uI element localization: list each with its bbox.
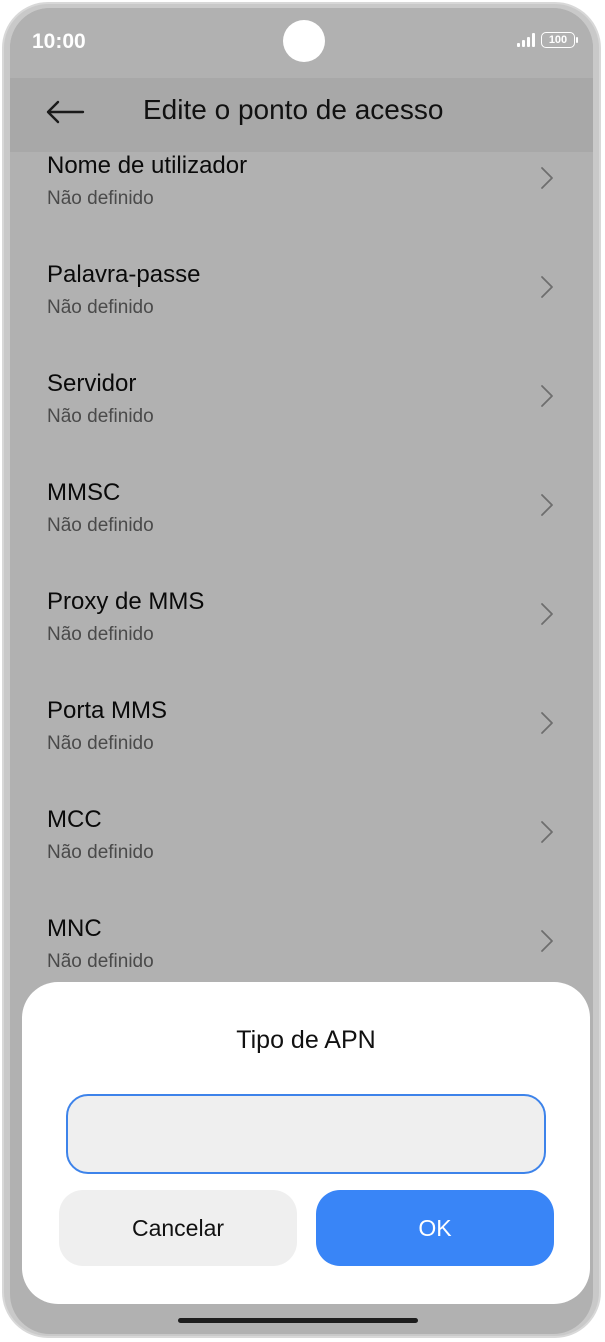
setting-item-password[interactable]: Palavra-passe Não definido (10, 261, 593, 370)
front-camera (283, 20, 325, 62)
setting-value: Não definido (47, 624, 154, 645)
screen: 10:00 100 Edite o ponto de acesso Nome d… (10, 8, 593, 1334)
setting-label: Proxy de MMS (47, 588, 205, 615)
setting-item-username[interactable]: Nome de utilizador Não definido (10, 152, 593, 261)
app-header: Edite o ponto de acesso (10, 78, 593, 152)
setting-value: Não definido (47, 951, 154, 972)
chevron-right-icon (541, 603, 553, 625)
setting-item-mms-port[interactable]: Porta MMS Não definido (10, 697, 593, 806)
setting-value: Não definido (47, 188, 154, 209)
chevron-right-icon (541, 385, 553, 407)
setting-label: Palavra-passe (47, 261, 201, 288)
setting-item-mcc[interactable]: MCC Não definido (10, 806, 593, 915)
setting-value: Não definido (47, 297, 154, 318)
back-button[interactable] (40, 90, 90, 134)
setting-label: MNC (47, 915, 102, 942)
dialog-title: Tipo de APN (236, 1026, 376, 1054)
signal-icon (517, 33, 535, 47)
battery-icon: 100 (541, 32, 578, 48)
setting-item-server[interactable]: Servidor Não definido (10, 370, 593, 479)
status-icons: 100 (517, 32, 578, 48)
setting-item-mmsc[interactable]: MMSC Não definido (10, 479, 593, 588)
chevron-right-icon (541, 821, 553, 843)
setting-label: MMSC (47, 479, 121, 506)
setting-label: Nome de utilizador (47, 152, 248, 179)
apn-type-input[interactable] (66, 1094, 546, 1174)
home-indicator[interactable] (178, 1318, 418, 1323)
setting-label: Servidor (47, 370, 137, 397)
page-title: Edite o ponto de acesso (143, 94, 444, 125)
settings-list: Nome de utilizador Não definido Palavra-… (10, 152, 593, 1024)
setting-value: Não definido (47, 406, 154, 427)
setting-label: MCC (47, 806, 102, 833)
setting-value: Não definido (47, 842, 154, 863)
setting-value: Não definido (47, 515, 154, 536)
apn-type-dialog: Tipo de APN Cancelar OK (22, 982, 590, 1304)
chevron-right-icon (541, 712, 553, 734)
status-bar: 10:00 100 (10, 8, 593, 78)
chevron-right-icon (541, 276, 553, 298)
status-time: 10:00 (32, 30, 86, 53)
chevron-right-icon (541, 494, 553, 516)
battery-level: 100 (548, 33, 568, 46)
chevron-right-icon (541, 167, 553, 189)
phone-frame: 10:00 100 Edite o ponto de acesso Nome d… (2, 2, 601, 1338)
cancel-button[interactable]: Cancelar (59, 1190, 297, 1266)
setting-value: Não definido (47, 733, 154, 754)
setting-item-mms-proxy[interactable]: Proxy de MMS Não definido (10, 588, 593, 697)
chevron-right-icon (541, 930, 553, 952)
setting-label: Porta MMS (47, 697, 168, 724)
ok-button[interactable]: OK (316, 1190, 554, 1266)
arrow-left-icon (46, 100, 85, 124)
